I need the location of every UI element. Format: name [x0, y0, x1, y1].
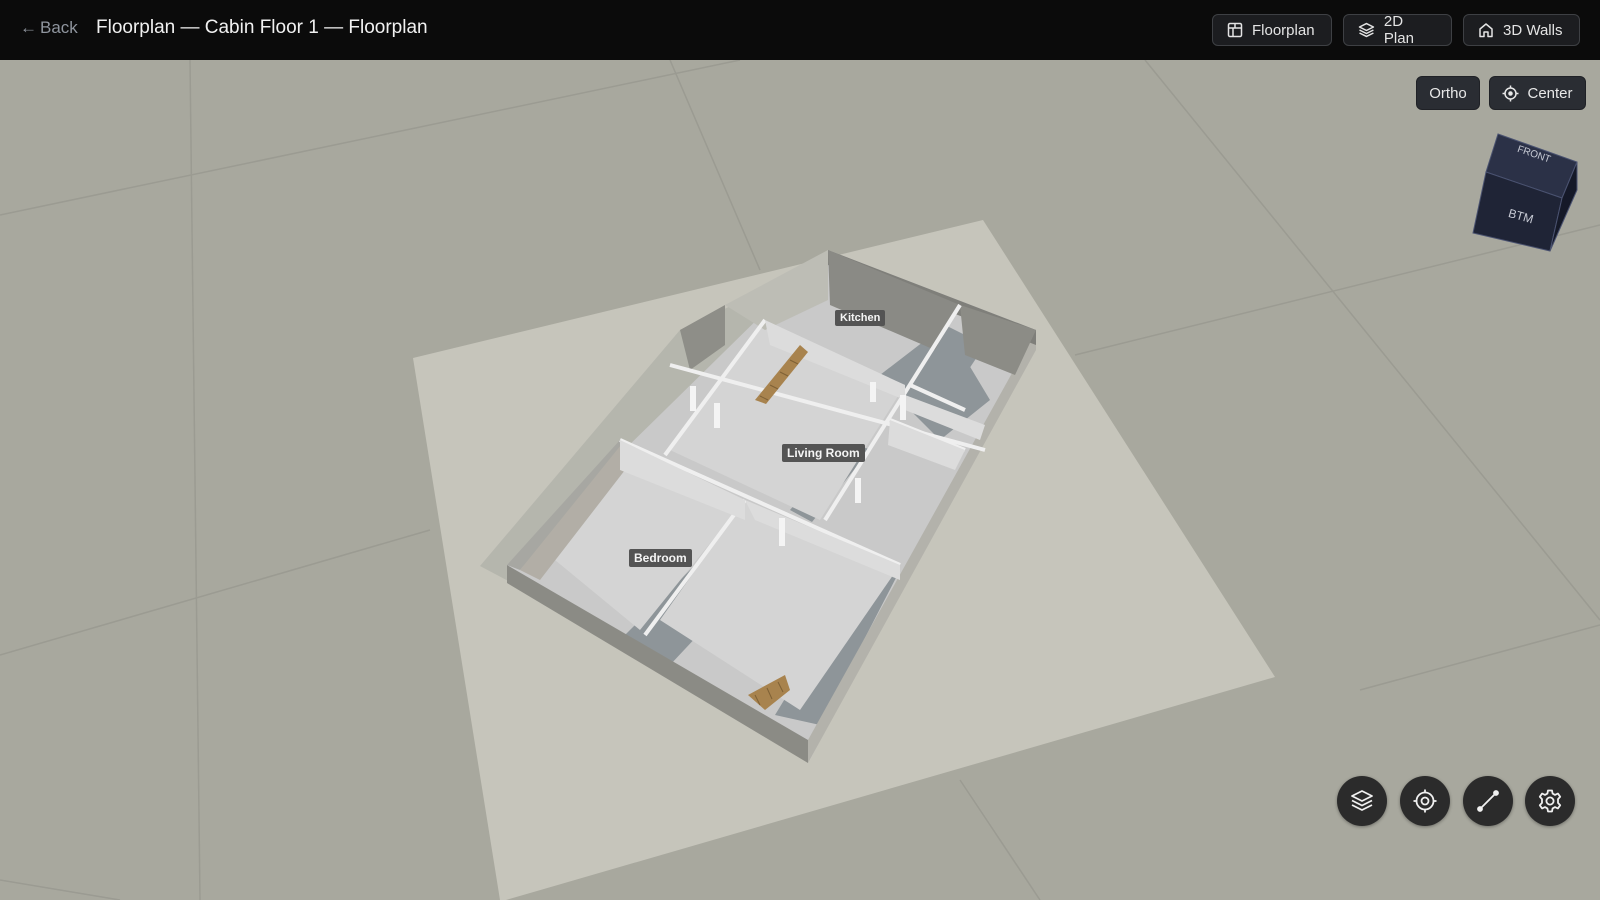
3d-walls-button-label: 3D Walls — [1503, 21, 1563, 39]
target-icon — [1413, 789, 1437, 813]
page-title: Floorplan — Cabin Floor 1 — Floorplan — [96, 17, 428, 38]
measure-icon — [1477, 790, 1499, 812]
settings-button[interactable] — [1525, 776, 1575, 826]
2d-plan-button-label: 2D Plan — [1383, 13, 1414, 47]
room-label-bedroom[interactable]: Bedroom — [629, 549, 692, 567]
ortho-toggle-button[interactable]: Ortho — [1416, 76, 1480, 110]
target-button[interactable] — [1400, 776, 1450, 826]
3d-walls-button[interactable]: 3D Walls — [1463, 14, 1580, 46]
room-label-living-room[interactable]: Living Room — [782, 444, 865, 462]
ortho-label: Ortho — [1429, 84, 1467, 102]
nav-cube-graphic[interactable]: FRONT BTM — [1470, 132, 1580, 257]
layers-button[interactable] — [1337, 776, 1387, 826]
back-label: Back — [40, 18, 78, 37]
grid-icon — [1227, 22, 1243, 38]
top-bar: ← Back Floorplan — Cabin Floor 1 — Floor… — [0, 0, 1600, 60]
2d-plan-button[interactable]: 2D Plan — [1343, 13, 1452, 47]
room-label-kitchen[interactable]: Kitchen — [835, 310, 886, 326]
floorplan-button[interactable]: Floorplan — [1212, 14, 1332, 46]
arrow-left-icon: ← — [20, 18, 37, 37]
center-label: Center — [1527, 84, 1573, 102]
home-icon — [1479, 23, 1493, 38]
layers-icon — [1351, 790, 1373, 811]
floorplan-button-label: Floorplan — [1252, 21, 1315, 39]
layers-icon — [1358, 22, 1375, 38]
center-view-button[interactable]: Center — [1489, 76, 1586, 110]
gear-icon — [1538, 789, 1562, 813]
scene-canvas[interactable] — [0, 60, 1600, 900]
3d-viewport[interactable]: Ortho Center FRONT BTM Kitchen Living Ro… — [0, 60, 1600, 900]
navigation-cube[interactable]: FRONT BTM — [1470, 132, 1580, 257]
measure-button[interactable] — [1463, 776, 1513, 826]
back-button[interactable]: ← Back — [20, 18, 78, 38]
crosshair-icon — [1502, 85, 1519, 101]
